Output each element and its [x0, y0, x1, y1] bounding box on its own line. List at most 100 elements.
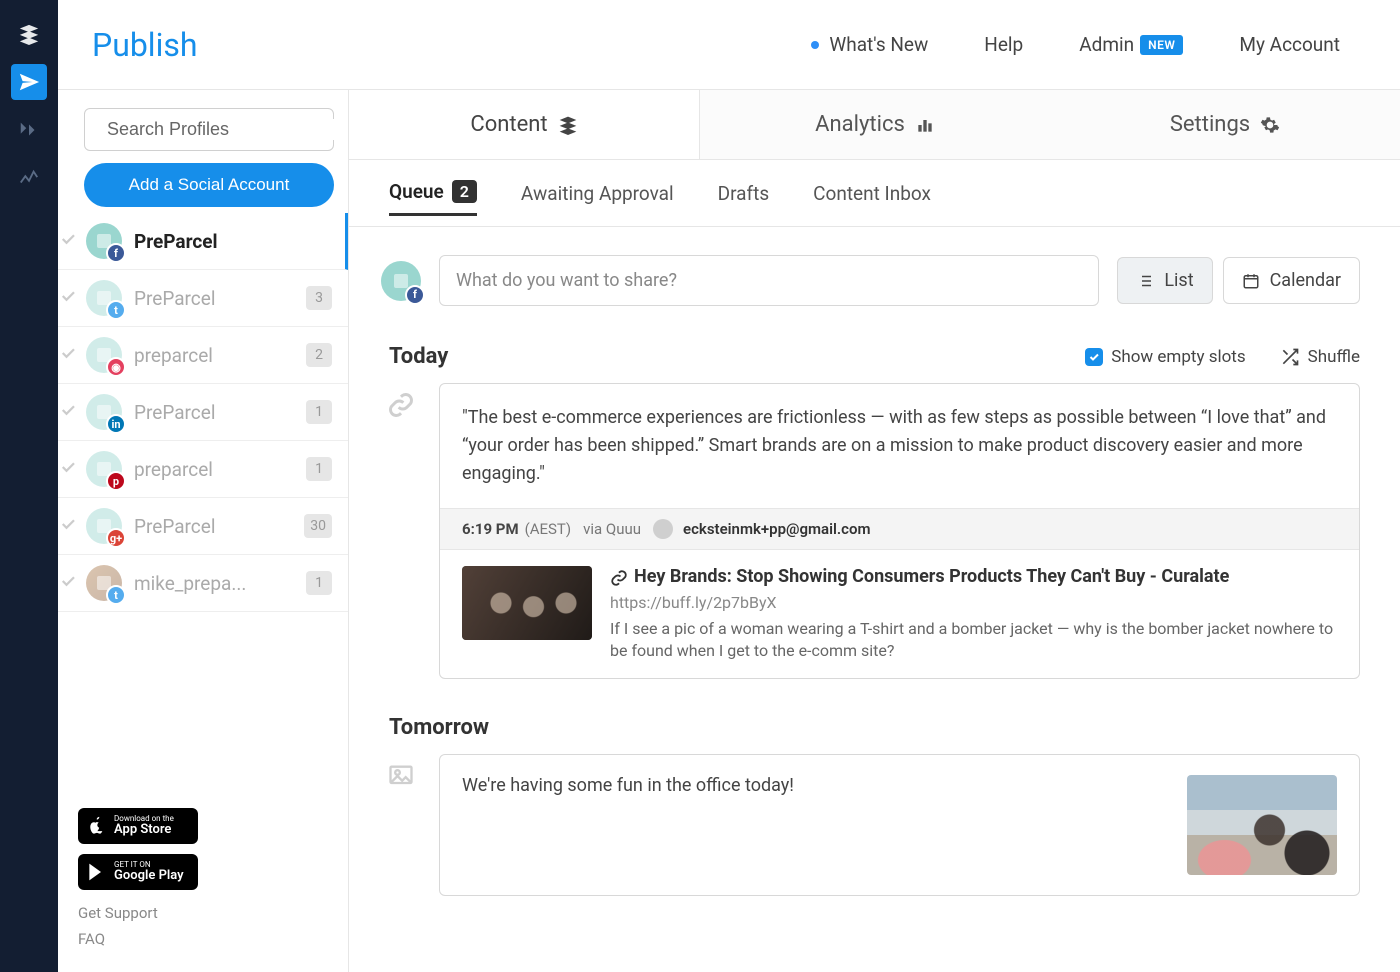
- link-preview: Hey Brands: Stop Showing Consumers Produ…: [440, 550, 1359, 679]
- profile-row-linkedin-3[interactable]: inPreParcel1: [58, 384, 348, 441]
- main: Content Analytics Settings Queue: [348, 90, 1400, 972]
- calendar-icon: [1242, 272, 1260, 290]
- subtab-inbox[interactable]: Content Inbox: [813, 182, 931, 215]
- faq-link[interactable]: FAQ: [78, 926, 328, 952]
- add-account-button[interactable]: Add a Social Account: [84, 163, 334, 207]
- analyze-nav-icon[interactable]: [11, 160, 47, 196]
- profile-row-twitter-6[interactable]: t mike_prepa...1: [58, 555, 348, 612]
- today-heading-row: Today Show empty slots Shuffle: [349, 334, 1400, 383]
- admin-link[interactable]: Admin NEW: [1079, 33, 1183, 56]
- check-icon: [58, 401, 82, 423]
- check-icon: [58, 572, 82, 594]
- post-via: via Quuu: [583, 520, 641, 538]
- logo-icon[interactable]: [11, 16, 47, 52]
- account-link[interactable]: My Account: [1239, 33, 1340, 56]
- profile-row-twitter-1[interactable]: t PreParcel3: [58, 270, 348, 327]
- empty-slots-label: Show empty slots: [1111, 347, 1245, 367]
- list-icon: [1136, 272, 1154, 290]
- profile-row-pinterest-4[interactable]: ppreparcel1: [58, 441, 348, 498]
- profile-avatar: ◉: [86, 337, 122, 373]
- topbar: Publish What's New Help Admin NEW My Acc…: [58, 0, 1400, 90]
- check-icon: [58, 230, 82, 252]
- whatsnew-label: What's New: [829, 33, 928, 56]
- get-support-link[interactable]: Get Support: [78, 900, 328, 926]
- subtab-queue[interactable]: Queue 2: [389, 180, 477, 216]
- link-desc: If I see a pic of a woman wearing a T-sh…: [610, 618, 1337, 663]
- profile-count-badge: 2: [306, 343, 332, 367]
- link-thumbnail: [462, 566, 592, 640]
- playstore-button[interactable]: GET IT ON Google Play: [78, 854, 198, 890]
- layers-icon: [558, 115, 578, 135]
- appstore-button[interactable]: Download on the App Store: [78, 808, 198, 844]
- post2-text: We're having some fun in the office toda…: [462, 775, 794, 796]
- user-avatar-icon: [653, 519, 673, 539]
- checkbox-checked-icon: [1085, 348, 1103, 366]
- topnav: What's New Help Admin NEW My Account: [811, 33, 1340, 56]
- maintabs: Content Analytics Settings: [349, 90, 1400, 160]
- twitter-badge-icon: t: [106, 585, 126, 605]
- subtab-awaiting[interactable]: Awaiting Approval: [521, 182, 674, 215]
- composer-row: f What do you want to share? List Calend…: [349, 227, 1400, 334]
- profile-name: PreParcel: [134, 401, 306, 424]
- profile-row-googleplus-5[interactable]: g+PreParcel30: [58, 498, 348, 555]
- help-link[interactable]: Help: [984, 33, 1023, 56]
- calendar-view-button[interactable]: Calendar: [1223, 257, 1360, 304]
- check-icon: [58, 458, 82, 480]
- profile-name: PreParcel: [134, 287, 306, 310]
- appstore-big: App Store: [114, 823, 174, 837]
- empty-slots-toggle[interactable]: Show empty slots: [1085, 347, 1245, 367]
- reply-nav-icon[interactable]: [11, 112, 47, 148]
- shuffle-icon: [1280, 347, 1300, 367]
- facebook-badge-icon: f: [405, 285, 425, 305]
- tab-content[interactable]: Content: [349, 90, 699, 159]
- tab-settings-label: Settings: [1170, 112, 1250, 137]
- composer-avatar: f: [381, 261, 421, 301]
- admin-new-badge: NEW: [1140, 35, 1183, 55]
- check-icon: [58, 515, 82, 537]
- check-icon: [58, 287, 82, 309]
- account-label: My Account: [1239, 33, 1340, 56]
- profile-avatar: in: [86, 394, 122, 430]
- composer-input[interactable]: What do you want to share?: [439, 255, 1099, 306]
- subtabs: Queue 2 Awaiting Approval Drafts Content…: [349, 160, 1400, 227]
- search-input[interactable]: [107, 119, 339, 140]
- search-profiles-field[interactable]: [84, 108, 334, 151]
- profile-name: PreParcel: [134, 230, 335, 253]
- post-card[interactable]: We're having some fun in the office toda…: [439, 754, 1360, 896]
- bar-chart-icon: [915, 115, 935, 135]
- profile-count-badge: 3: [306, 286, 332, 310]
- post-meta: 6:19 PM (AEST) via Quuu ecksteinmk+pp@gm…: [440, 508, 1359, 550]
- post-card[interactable]: "The best e-commerce experiences are fri…: [439, 383, 1360, 679]
- tab-analytics[interactable]: Analytics: [699, 90, 1050, 159]
- profile-row-facebook-0[interactable]: fPreParcel: [58, 213, 348, 270]
- app-iconrail: [0, 0, 58, 972]
- post-user: ecksteinmk+pp@gmail.com: [683, 520, 870, 538]
- post2-image: [1187, 775, 1337, 875]
- whatsnew-link[interactable]: What's New: [811, 33, 928, 56]
- list-view-button[interactable]: List: [1117, 257, 1212, 304]
- profile-avatar: t: [86, 280, 122, 316]
- post-time: 6:19 PM: [462, 520, 519, 538]
- tomorrow-heading: Tomorrow: [389, 715, 489, 740]
- today-post: "The best e-commerce experiences are fri…: [349, 383, 1400, 705]
- subtab-queue-label: Queue: [389, 180, 444, 203]
- profile-count-badge: 1: [306, 571, 332, 595]
- link-title-row: Hey Brands: Stop Showing Consumers Produ…: [610, 566, 1337, 587]
- post-text: "The best e-commerce experiences are fri…: [440, 384, 1359, 508]
- profile-row-instagram-2[interactable]: ◉preparcel2: [58, 327, 348, 384]
- shuffle-button[interactable]: Shuffle: [1280, 347, 1360, 367]
- profile-avatar: t: [86, 565, 122, 601]
- profiles-list: fPreParceltPreParcel3◉preparcel2inPrePar…: [58, 213, 348, 612]
- tab-settings[interactable]: Settings: [1050, 90, 1400, 159]
- subtab-drafts[interactable]: Drafts: [718, 182, 770, 215]
- profile-name: mike_prepa...: [134, 572, 306, 595]
- tomorrow-heading-row: Tomorrow: [349, 705, 1400, 754]
- link-icon: [610, 569, 628, 587]
- check-icon: [58, 344, 82, 366]
- shuffle-label: Shuffle: [1308, 347, 1360, 367]
- post-tz: (AEST): [525, 520, 572, 538]
- publish-nav-icon[interactable]: [11, 64, 47, 100]
- instagram-badge-icon: ◉: [106, 357, 126, 377]
- tab-content-label: Content: [470, 112, 547, 137]
- linkedin-badge-icon: in: [106, 414, 126, 434]
